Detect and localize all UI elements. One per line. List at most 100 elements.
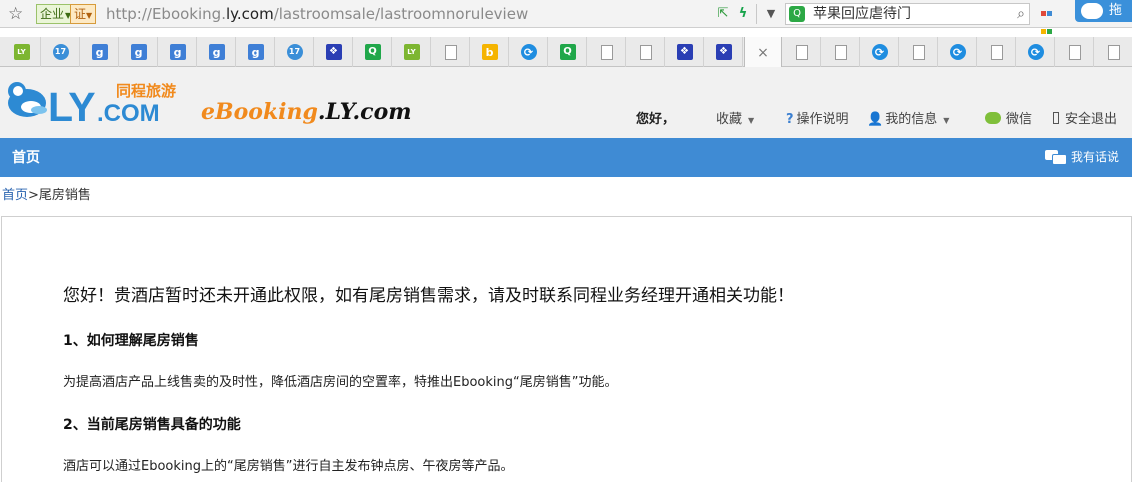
bookmark-star-icon[interactable]: ☆ xyxy=(8,4,23,24)
paw-favicon-icon: ❖ xyxy=(676,44,693,60)
browser-tab[interactable] xyxy=(822,37,860,67)
browser-tab[interactable]: LY xyxy=(3,37,41,67)
breadcrumb-home-link[interactable]: 首页 xyxy=(2,188,28,203)
section-1-body: 为提高酒店产品上线售卖的及时性，降低酒店房间的空置率，特推出Ebooking“尾… xyxy=(63,375,618,390)
search-favicon-icon: Q xyxy=(364,44,381,60)
paw-favicon-icon: ❖ xyxy=(715,44,732,60)
caret-down-icon: ▼ xyxy=(943,116,950,125)
ly-favicon-icon: LY xyxy=(403,44,420,60)
browser-tab[interactable]: ⟳ xyxy=(510,37,548,67)
user-icon: 👤 xyxy=(867,112,884,127)
main-nav-bar: 首页 我有话说 xyxy=(0,138,1132,177)
logout-link[interactable]: 安全退出 xyxy=(1053,111,1117,129)
browser-tab[interactable]: × xyxy=(744,37,782,68)
logout-icon xyxy=(1053,112,1059,124)
paw-favicon-icon: ❖ xyxy=(325,44,342,60)
browser-tab[interactable]: ⟳ xyxy=(861,37,899,67)
greeting: 您好， xyxy=(636,112,676,127)
logo-ly-text: LY xyxy=(48,84,96,130)
browser-tab[interactable]: g xyxy=(81,37,119,67)
tab-strip: LY 17 g g g g g 17 ❖ Q LY b ⟳ Q ❖ ❖ × ⟳ ⟳ ⟳ xyxy=(0,37,1132,68)
chevron-down-icon: ▼ xyxy=(86,11,93,20)
browser-tab[interactable] xyxy=(432,37,470,67)
refresh-favicon-icon: ⟳ xyxy=(1027,44,1044,60)
search-icon[interactable]: ⌕ xyxy=(1017,5,1025,23)
search-query: 苹果回应虐待门 xyxy=(813,6,911,22)
lightning-icon[interactable]: ϟ xyxy=(734,5,752,23)
permission-notice: 您好！贵酒店暂时还未开通此权限，如有尾房销售需求，请及时联系同程业务经理开通相关… xyxy=(63,286,794,306)
section-2-title: 2、当前尾房销售具备的功能 xyxy=(63,417,241,433)
apps-grid-icon[interactable] xyxy=(1038,5,1056,34)
browser-tab[interactable]: g xyxy=(198,37,236,67)
browser-tab[interactable]: LY xyxy=(393,37,431,67)
browser-tab[interactable] xyxy=(588,37,626,67)
certificate-badge[interactable]: 证▼ xyxy=(70,4,97,24)
browser-tab[interactable] xyxy=(1056,37,1094,67)
section-2-body: 酒店可以通过Ebooking上的“尾房销售”进行自主发布钟点房、午夜房等产品。 xyxy=(63,459,514,474)
breadcrumb-separator: > xyxy=(28,188,39,203)
document-favicon-icon xyxy=(912,44,925,60)
browser-tab[interactable]: ⟳ xyxy=(1017,37,1055,67)
browser-tab[interactable]: Q xyxy=(354,37,392,67)
cat-favicon-icon: 17 xyxy=(286,44,303,60)
wechat-icon xyxy=(985,112,1001,124)
refresh-favicon-icon: ⟳ xyxy=(871,44,888,60)
browser-tab[interactable] xyxy=(900,37,938,67)
search-engine-icon[interactable]: Q xyxy=(789,6,805,22)
cat-favicon-icon: 17 xyxy=(52,44,69,60)
browser-tab[interactable]: b xyxy=(471,37,509,67)
g-favicon-icon: g xyxy=(247,44,264,60)
feedback-link[interactable]: 我有话说 xyxy=(1045,148,1119,166)
content-panel: 您好！贵酒店暂时还未开通此权限，如有尾房销售需求，请及时联系同程业务经理开通相关… xyxy=(1,216,1132,482)
my-info-menu[interactable]: 👤 我的信息 ▼ xyxy=(867,111,949,130)
document-favicon-icon xyxy=(444,44,457,60)
bing-favicon-icon: b xyxy=(481,44,498,60)
g-favicon-icon: g xyxy=(169,44,186,60)
browser-tab[interactable]: 17 xyxy=(276,37,314,67)
help-link[interactable]: ? 操作说明 xyxy=(786,111,849,129)
browser-tab[interactable] xyxy=(627,37,665,67)
ly-logo-mark-icon[interactable] xyxy=(3,79,49,121)
document-favicon-icon xyxy=(795,44,808,60)
browser-tab[interactable]: ❖ xyxy=(705,37,743,67)
wechat-link[interactable]: 微信 xyxy=(985,111,1032,129)
browser-tab[interactable]: g xyxy=(120,37,158,67)
divider xyxy=(756,4,757,24)
g-favicon-icon: g xyxy=(91,44,108,60)
browser-tab[interactable]: g xyxy=(237,37,275,67)
document-favicon-icon xyxy=(639,44,652,60)
g-favicon-icon: g xyxy=(208,44,225,60)
browser-tab[interactable]: g xyxy=(159,37,197,67)
search-input[interactable]: Q 苹果回应虐待门 ⌕ xyxy=(785,3,1030,25)
site-header: LY .COM 同程旅游 eBooking.LY.com 您好， 收藏 ▼ ? 操作… xyxy=(0,67,1132,138)
close-icon[interactable]: × xyxy=(757,45,769,61)
browser-tab[interactable]: ❖ xyxy=(315,37,353,67)
cloud-icon xyxy=(1081,3,1103,19)
browser-tab[interactable] xyxy=(1095,37,1132,67)
favorites-menu[interactable]: 收藏 ▼ xyxy=(716,111,754,130)
logo-com-text: .COM xyxy=(97,100,160,127)
browser-tab[interactable]: ❖ xyxy=(666,37,704,67)
browser-tab[interactable] xyxy=(783,37,821,67)
browser-address-bar: ☆ 企业▼ 证▼ http://Ebooking.ly.com/lastroom… xyxy=(0,0,1132,34)
browser-tab[interactable]: 17 xyxy=(42,37,80,67)
g-favicon-icon: g xyxy=(130,44,147,60)
chevron-down-icon[interactable]: ▼ xyxy=(762,5,780,23)
ly-favicon-icon: LY xyxy=(13,44,30,60)
refresh-favicon-icon: ⟳ xyxy=(520,44,537,60)
refresh-favicon-icon: ⟳ xyxy=(949,44,966,60)
url-field[interactable]: http://Ebooking.ly.com/lastroomsale/last… xyxy=(106,4,528,24)
browser-tab[interactable]: ⟳ xyxy=(939,37,977,67)
question-icon: ? xyxy=(786,112,794,127)
cloud-sync-button[interactable]: 拖 xyxy=(1075,0,1132,22)
breadcrumb: 首页>尾房销售 xyxy=(2,187,91,205)
share-icon[interactable]: ⇱ xyxy=(714,5,732,23)
logo-chinese-text: 同程旅游 xyxy=(116,82,177,100)
document-favicon-icon xyxy=(1068,44,1081,60)
nav-home-link[interactable]: 首页 xyxy=(12,149,40,167)
browser-tab[interactable] xyxy=(978,37,1016,67)
document-favicon-icon xyxy=(600,44,613,60)
breadcrumb-current: 尾房销售 xyxy=(38,188,91,203)
browser-tab[interactable]: Q xyxy=(549,37,587,67)
search-favicon-icon: Q xyxy=(559,44,576,60)
